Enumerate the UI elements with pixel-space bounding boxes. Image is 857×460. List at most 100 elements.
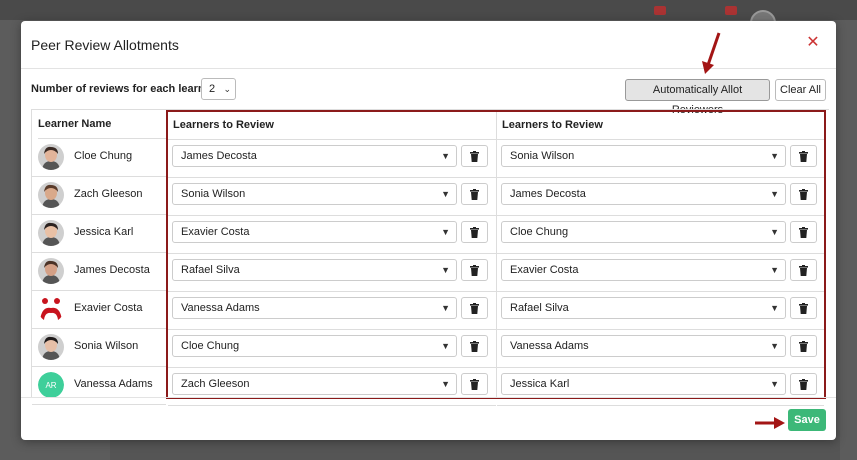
review-column-2: Learners to Review Sonia Wilson ▼ James De…	[497, 112, 824, 406]
arrow-pointer-icon	[702, 32, 721, 74]
learner-name: Sonia Wilson	[74, 340, 139, 352]
review-1-select[interactable]: Cloe Chung ▼	[172, 335, 457, 357]
delete-button[interactable]	[461, 183, 488, 205]
delete-button[interactable]	[461, 145, 488, 167]
caret-down-icon: ▼	[441, 189, 450, 199]
caret-down-icon: ▼	[770, 265, 779, 275]
review-2-cell: Vanessa Adams ▼	[497, 329, 824, 368]
delete-button[interactable]	[461, 373, 488, 395]
review-2-cell: Exavier Costa ▼	[497, 253, 824, 292]
review-2-select[interactable]: Sonia Wilson ▼	[501, 145, 786, 167]
reviews-count-select[interactable]: 2 ⌄	[201, 78, 236, 100]
review-1-select[interactable]: Sonia Wilson ▼	[172, 183, 457, 205]
reviews-count-value: 2	[209, 83, 216, 95]
delete-button[interactable]	[461, 221, 488, 243]
chevron-down-icon: ⌄	[223, 84, 231, 94]
reviews-count-label: Number of reviews for each learner	[31, 83, 216, 95]
avatar	[38, 258, 64, 284]
review-1-select[interactable]: Rafael Silva ▼	[172, 259, 457, 281]
review-2-cell: Cloe Chung ▼	[497, 215, 824, 254]
dialog-footer: Save	[21, 397, 836, 440]
avatar	[38, 220, 64, 246]
background-notification-badge	[654, 6, 666, 15]
learner-row: James Decosta	[32, 252, 166, 291]
review-column-2-header: Learners to Review	[497, 112, 824, 140]
delete-button[interactable]	[461, 297, 488, 319]
caret-down-icon: ▼	[441, 227, 450, 237]
review-1-select[interactable]: James Decosta ▼	[172, 145, 457, 167]
selected-learner: Jessica Karl	[510, 378, 570, 390]
dialog-title: Peer Review Allotments	[31, 37, 179, 53]
delete-button[interactable]	[790, 335, 817, 357]
learner-row: Exavier Costa	[32, 290, 166, 329]
review-2-cell: James Decosta ▼	[497, 177, 824, 216]
delete-button[interactable]	[790, 259, 817, 281]
caret-down-icon: ▼	[770, 379, 779, 389]
selected-learner: Exavier Costa	[181, 226, 250, 238]
selected-learner: James Decosta	[181, 150, 257, 162]
arrow-pointer-icon	[755, 417, 785, 429]
delete-button[interactable]	[461, 259, 488, 281]
selected-learner: Zach Gleeson	[181, 378, 250, 390]
learner-name: Jessica Karl	[74, 226, 134, 238]
learner-name: Cloe Chung	[74, 150, 133, 162]
review-1-cell: Cloe Chung ▼	[168, 329, 496, 368]
review-2-select[interactable]: Cloe Chung ▼	[501, 221, 786, 243]
peer-review-dialog: Peer Review Allotments ✕ Number of revie…	[21, 21, 836, 440]
caret-down-icon: ▼	[441, 303, 450, 313]
review-1-cell: Rafael Silva ▼	[168, 253, 496, 292]
review-1-select[interactable]: Vanessa Adams ▼	[172, 297, 457, 319]
selected-learner: Vanessa Adams	[510, 340, 589, 352]
caret-down-icon: ▼	[770, 189, 779, 199]
review-2-select[interactable]: Exavier Costa ▼	[501, 259, 786, 281]
caret-down-icon: ▼	[441, 265, 450, 275]
learner-row: Jessica Karl	[32, 214, 166, 253]
review-2-select[interactable]: Rafael Silva ▼	[501, 297, 786, 319]
learner-name: Vanessa Adams	[74, 378, 153, 390]
learner-name-header: Learner Name	[38, 110, 166, 139]
selected-learner: Sonia Wilson	[181, 188, 246, 200]
learner-column: Learner Name Cloe Chung Zach Gleeson Jessi…	[32, 110, 167, 405]
avatar	[38, 144, 64, 170]
caret-down-icon: ▼	[770, 341, 779, 351]
caret-down-icon: ▼	[770, 227, 779, 237]
learner-name: Exavier Costa	[74, 302, 143, 314]
review-2-cell: Rafael Silva ▼	[497, 291, 824, 330]
avatar	[38, 296, 64, 322]
delete-button[interactable]	[790, 145, 817, 167]
selected-learner: Rafael Silva	[181, 264, 240, 276]
review-1-cell: Sonia Wilson ▼	[168, 177, 496, 216]
learner-name: Zach Gleeson	[74, 188, 143, 200]
review-column-1: Learners to Review James Decosta ▼ Sonia W…	[168, 112, 497, 406]
selected-learner: Exavier Costa	[510, 264, 579, 276]
review-2-select[interactable]: James Decosta ▼	[501, 183, 786, 205]
save-button[interactable]: Save	[788, 409, 826, 431]
clear-all-button[interactable]: Clear All	[775, 79, 826, 101]
delete-button[interactable]	[461, 335, 488, 357]
review-2-select[interactable]: Vanessa Adams ▼	[501, 335, 786, 357]
review-1-select[interactable]: Zach Gleeson ▼	[172, 373, 457, 395]
close-icon[interactable]: ✕	[804, 34, 822, 52]
selected-learner: Vanessa Adams	[181, 302, 260, 314]
review-1-cell: Exavier Costa ▼	[168, 215, 496, 254]
learner-name: James Decosta	[74, 264, 150, 276]
avatar	[38, 334, 64, 360]
delete-button[interactable]	[790, 373, 817, 395]
learner-row: Zach Gleeson	[32, 176, 166, 215]
selected-learner: Cloe Chung	[181, 340, 240, 352]
delete-button[interactable]	[790, 221, 817, 243]
selected-learner: James Decosta	[510, 188, 586, 200]
caret-down-icon: ▼	[441, 151, 450, 161]
delete-button[interactable]	[790, 183, 817, 205]
caret-down-icon: ▼	[770, 151, 779, 161]
selected-learner: Sonia Wilson	[510, 150, 575, 162]
caret-down-icon: ▼	[441, 379, 450, 389]
review-2-select[interactable]: Jessica Karl ▼	[501, 373, 786, 395]
avatar-initials: AR	[45, 381, 56, 390]
delete-button[interactable]	[790, 297, 817, 319]
background-message-badge	[725, 6, 737, 15]
review-column-1-header: Learners to Review	[168, 112, 496, 140]
learner-row: Sonia Wilson	[32, 328, 166, 367]
review-1-select[interactable]: Exavier Costa ▼	[172, 221, 457, 243]
auto-allot-button[interactable]: Automatically Allot Reviewers	[625, 79, 770, 116]
